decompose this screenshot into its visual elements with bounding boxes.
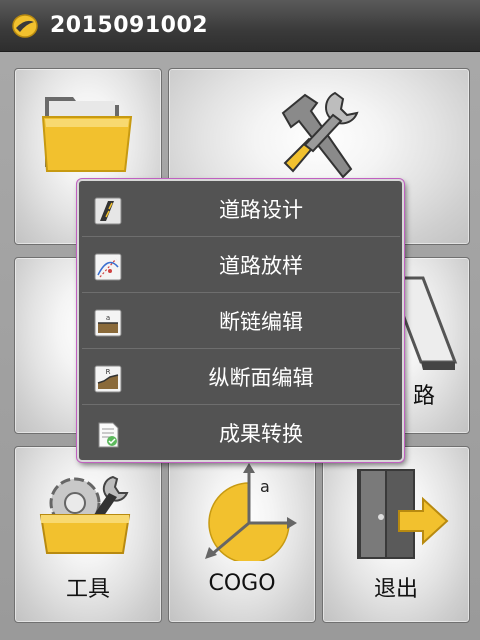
exit-door-icon bbox=[357, 469, 449, 559]
app-logo-icon bbox=[12, 14, 38, 38]
tools-tile-label: 工具 bbox=[65, 577, 110, 602]
title-bar: 2015091002 bbox=[0, 0, 480, 52]
menu-item-road-stakeout[interactable]: 道路放样 bbox=[82, 239, 400, 293]
cogo-axes-icon bbox=[205, 463, 297, 561]
profile-edit-icon: R bbox=[94, 365, 122, 393]
menu-item-label: 断链编辑 bbox=[219, 310, 303, 334]
tools-tile[interactable]: 工具 bbox=[14, 446, 162, 623]
menu-item-label: 纵断面编辑 bbox=[208, 366, 314, 390]
exit-tile[interactable]: 退出 bbox=[322, 446, 470, 623]
exit-tile-label: 退出 bbox=[373, 577, 418, 602]
road-design-icon bbox=[94, 197, 122, 225]
gear-toolbox-icon bbox=[39, 475, 131, 554]
chain-break-edit-icon: a bbox=[94, 309, 122, 337]
cogo-axis-mark: a bbox=[260, 477, 270, 496]
menu-item-road-design[interactable]: 道路设计 bbox=[82, 183, 400, 237]
window-title: 2015091002 bbox=[50, 13, 209, 38]
folder-icon bbox=[41, 97, 133, 172]
menu-item-profile-edit[interactable]: R 纵断面编辑 bbox=[82, 351, 400, 405]
menu-item-chain-break-edit[interactable]: a 断链编辑 bbox=[82, 295, 400, 349]
road-popup-menu: 道路设计 道路放样 a 断链编辑 R 纵断面编辑 成果转换 bbox=[77, 179, 404, 462]
road-stakeout-icon bbox=[94, 253, 122, 281]
svg-text:a: a bbox=[106, 314, 110, 322]
result-convert-icon bbox=[98, 422, 119, 448]
menu-item-label: 道路放样 bbox=[219, 254, 303, 278]
cogo-tile-label: COGO bbox=[208, 571, 276, 596]
hammer-wrench-icon bbox=[281, 91, 359, 179]
svg-text:R: R bbox=[106, 368, 111, 376]
menu-item-label: 成果转换 bbox=[219, 422, 303, 446]
menu-item-label: 道路设计 bbox=[219, 198, 303, 222]
menu-item-result-convert[interactable]: 成果转换 bbox=[82, 407, 400, 461]
cogo-tile[interactable]: a COGO bbox=[168, 446, 316, 623]
